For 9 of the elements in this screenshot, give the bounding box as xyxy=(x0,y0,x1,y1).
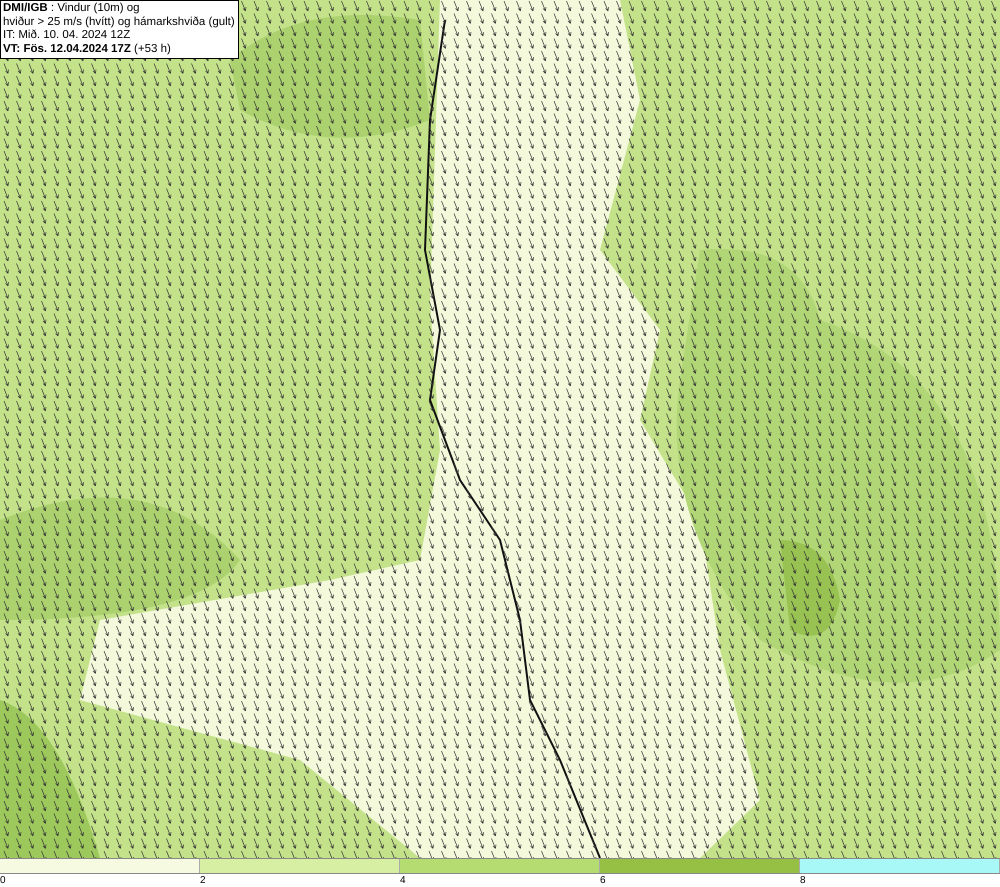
colorbar-tick-label: 2 xyxy=(200,874,207,887)
colorbar-tick-label: 4 xyxy=(400,874,407,887)
colorbar-tick-label: 6 xyxy=(600,874,607,887)
info-text: DMI/IGB : Vindur (10m) og xyxy=(3,2,141,16)
colorbar-tick-label: 0 xyxy=(0,874,7,887)
info-text: VT: Fös. 12.04.2024 17Z (+53 h) xyxy=(3,42,172,56)
info-text: hviður > 25 m/s (hvítt) og hámarkshviða (gult) xyxy=(3,16,235,29)
colorbar-tick-label: 8 xyxy=(800,874,807,887)
info-text: IT: Mið. 10. 04. 2024 12Z xyxy=(3,29,132,42)
